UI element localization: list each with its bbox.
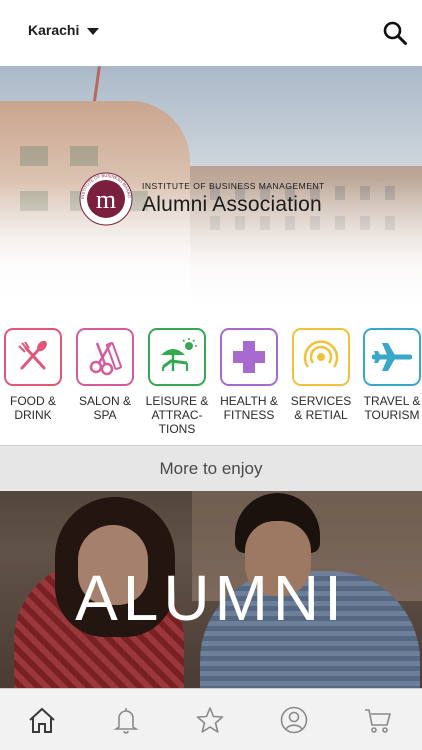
home-icon [29, 707, 55, 733]
signal-rings-icon [303, 340, 339, 368]
nav-notifications[interactable] [84, 689, 168, 750]
nav-favorites[interactable] [168, 689, 252, 750]
alumni-association-logo: m INSTITUTE OF BUSINESS MANAGEMENT INSTI… [78, 171, 325, 227]
category-label: FOOD & DRINK [9, 394, 56, 422]
nav-cart[interactable] [336, 689, 420, 750]
category-food-drink[interactable]: FOOD & DRINK [3, 328, 63, 422]
star-icon [196, 707, 224, 733]
ibm-seal-logo: m INSTITUTE OF BUSINESS MANAGEMENT [78, 171, 133, 226]
institute-name: INSTITUTE OF BUSINESS MANAGEMENT [142, 181, 325, 191]
search-icon[interactable] [382, 20, 408, 46]
association-name: Alumni Association [142, 193, 322, 216]
category-leisure-attractions[interactable]: LEISURE & ATTRAC- TIONS [146, 328, 208, 436]
city-selector[interactable]: Karachi [28, 22, 100, 38]
scissors-comb-icon [89, 342, 122, 376]
category-box [220, 328, 278, 386]
cart-icon [365, 709, 391, 733]
alumni-banner-title: ALUMNI [75, 562, 347, 634]
nav-home[interactable] [0, 689, 84, 750]
category-label: TRAVEL & TOURISM [363, 394, 421, 422]
more-to-enjoy-label: More to enjoy [159, 458, 263, 478]
category-box [292, 328, 350, 386]
airplane-icon [372, 343, 412, 371]
category-label: SALON & SPA [78, 394, 132, 422]
hero-banner: m INSTITUTE OF BUSINESS MANAGEMENT INSTI… [0, 66, 422, 320]
category-label: LEISURE & ATTRAC- TIONS [145, 394, 209, 436]
more-to-enjoy-button[interactable]: More to enjoy [0, 445, 422, 491]
plus-cross-icon [233, 341, 265, 373]
nav-profile[interactable] [252, 689, 336, 750]
category-label: HEALTH & FITNESS [220, 394, 278, 422]
category-box [148, 328, 206, 386]
fork-spoon-icon [18, 340, 47, 370]
category-box [4, 328, 62, 386]
category-travel-tourism[interactable]: TRAVEL & TOURISM [362, 328, 422, 422]
sun-lounger-icon [161, 338, 197, 371]
svg-text:m: m [96, 185, 116, 214]
profile-icon [280, 706, 308, 734]
bell-icon [113, 708, 139, 734]
top-bar: Karachi [0, 0, 422, 66]
category-health-fitness[interactable]: HEALTH & FITNESS [219, 328, 279, 422]
category-label: SERVICES & RETIAL [290, 394, 352, 422]
city-label: Karachi [28, 22, 80, 38]
caret-down-icon [87, 27, 100, 35]
category-box [76, 328, 134, 386]
alumni-banner[interactable]: ALUMNI [0, 491, 422, 688]
category-salon-spa[interactable]: SALON & SPA [75, 328, 135, 422]
category-box [363, 328, 421, 386]
category-services-retail[interactable]: SERVICES & RETIAL [291, 328, 351, 422]
bottom-nav [0, 688, 422, 750]
category-row: FOOD & DRINK SALON & SPA LEISURE & ATTRA… [0, 320, 422, 445]
